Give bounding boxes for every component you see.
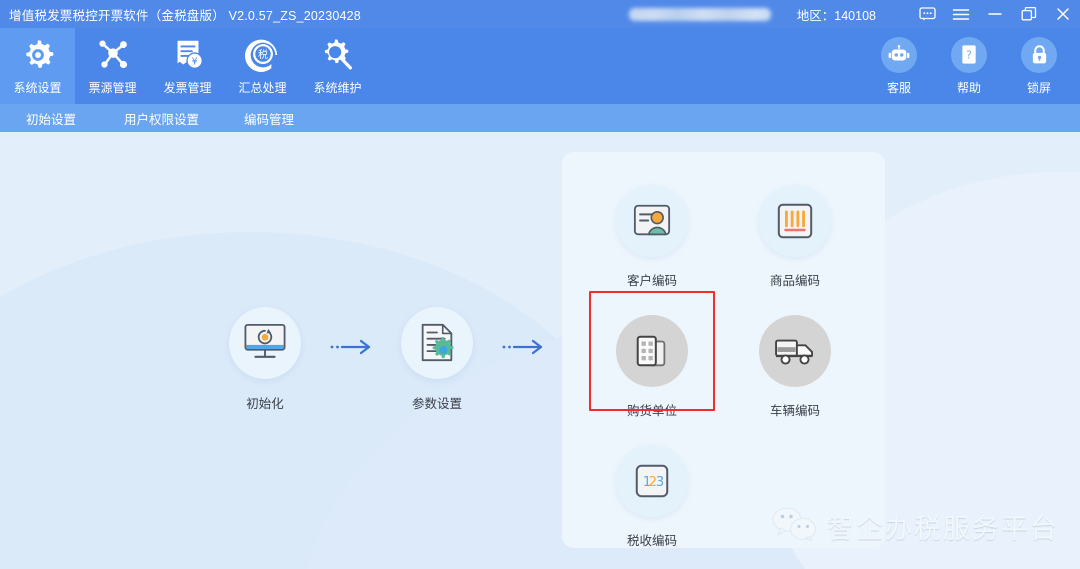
building-icon xyxy=(616,315,688,387)
help-book-icon: ? xyxy=(951,36,987,73)
monitor-refresh-icon xyxy=(229,307,301,379)
tile-purchaser-unit[interactable]: 购货单位 xyxy=(589,315,715,419)
tile-label: 税收编码 xyxy=(626,534,677,548)
invoice-icon: ¥ xyxy=(169,36,207,74)
nav-item-system-maintenance[interactable]: 系统维护 xyxy=(300,28,375,104)
maintenance-icon xyxy=(319,36,357,74)
region-label: 地区：140108 xyxy=(796,8,876,23)
tile-label: 客户编码 xyxy=(626,274,677,288)
tile-label: 车辆编码 xyxy=(769,404,820,418)
nav-label: 汇总处理 xyxy=(238,81,287,95)
lock-icon xyxy=(1021,36,1057,73)
tile-label: 商品编码 xyxy=(769,274,820,288)
nav-right-label: 帮助 xyxy=(956,80,981,95)
flow-arrow-2-icon xyxy=(492,339,554,355)
gear-icon xyxy=(19,36,57,74)
subnav-item-code-management[interactable]: 编码管理 xyxy=(244,109,294,128)
menu-icon[interactable] xyxy=(944,0,978,28)
nav-item-summary-processing[interactable]: 税 汇总处理 xyxy=(225,28,300,104)
main-nav-right-items: 客服 ? 帮助 锁屏 xyxy=(872,28,1066,104)
setup-flow: 初始化 参数设置 xyxy=(210,307,554,412)
network-icon xyxy=(94,36,132,74)
svg-text:税: 税 xyxy=(258,48,268,61)
app-title: 增值税发票税控开票软件（金税盘版） V2.0.57_ZS_20230428 xyxy=(9,8,361,23)
nav-right-label: 客服 xyxy=(886,80,911,95)
nav-label: 系统维护 xyxy=(313,81,362,95)
tile-product-code[interactable]: 商品编码 xyxy=(732,185,858,289)
subnav-item-initial-settings[interactable]: 初始设置 xyxy=(26,109,76,128)
content-area: 初始化 参数设置 客户编码 商品编码 购货单位 车辆编码 1 2 3 税收编码 … xyxy=(0,132,1080,569)
flow-step-initialization[interactable]: 初始化 xyxy=(210,307,320,412)
code-management-panel: 客户编码 商品编码 购货单位 车辆编码 1 2 3 税收编码 xyxy=(562,152,885,548)
flow-step-label: 参数设置 xyxy=(411,397,462,411)
svg-text:3: 3 xyxy=(656,475,664,490)
id-card-person-icon xyxy=(616,185,688,257)
main-navigation: 系统设置 票源管理 ¥ 发票管理 税 汇总处理 系统维护 客服 ? 帮助 锁屏 xyxy=(0,28,1080,104)
nav-item-invoice-management[interactable]: ¥ 发票管理 xyxy=(150,28,225,104)
flow-step-label: 初始化 xyxy=(246,397,284,411)
nav-label: 系统设置 xyxy=(13,81,62,95)
nav-label: 票源管理 xyxy=(88,81,137,95)
flow-step-parameter-settings[interactable]: 参数设置 xyxy=(382,307,492,412)
nav-item-customer-service[interactable]: 客服 xyxy=(872,36,926,96)
tile-vehicle-code[interactable]: 车辆编码 xyxy=(732,315,858,419)
tile-tax-code[interactable]: 1 2 3 税收编码 xyxy=(589,445,715,549)
svg-text:?: ? xyxy=(966,49,972,61)
minimize-icon[interactable] xyxy=(978,0,1012,28)
subnav-item-user-permissions[interactable]: 用户权限设置 xyxy=(124,109,199,128)
nav-item-lock-screen[interactable]: 锁屏 xyxy=(1012,36,1066,96)
sub-navigation: 初始设置 用户权限设置 编码管理 xyxy=(0,104,1080,132)
nav-right-label: 锁屏 xyxy=(1026,80,1051,95)
tax-summary-icon: 税 xyxy=(244,36,282,74)
title-bar: 增值税发票税控开票软件（金税盘版） V2.0.57_ZS_20230428 地区… xyxy=(0,0,1080,28)
tile-label: 购货单位 xyxy=(626,404,677,418)
tile-customer-code[interactable]: 客户编码 xyxy=(589,185,715,289)
close-icon[interactable] xyxy=(1046,0,1080,28)
message-icon[interactable] xyxy=(910,0,944,28)
nav-item-system-settings[interactable]: 系统设置 xyxy=(0,28,75,104)
truck-icon xyxy=(759,315,831,387)
barcode-icon xyxy=(759,185,831,257)
restore-icon[interactable] xyxy=(1012,0,1046,28)
svg-text:¥: ¥ xyxy=(191,57,197,68)
robot-icon xyxy=(881,36,917,73)
document-gear-icon xyxy=(401,307,473,379)
window-controls xyxy=(910,0,1080,28)
nav-item-help[interactable]: ? 帮助 xyxy=(942,36,996,96)
numbers-123-icon: 1 2 3 xyxy=(616,445,688,517)
nav-label: 发票管理 xyxy=(163,81,212,95)
flow-arrow-1-icon xyxy=(320,339,382,355)
redacted-company-name xyxy=(628,7,771,21)
nav-item-ticket-source[interactable]: 票源管理 xyxy=(75,28,150,104)
